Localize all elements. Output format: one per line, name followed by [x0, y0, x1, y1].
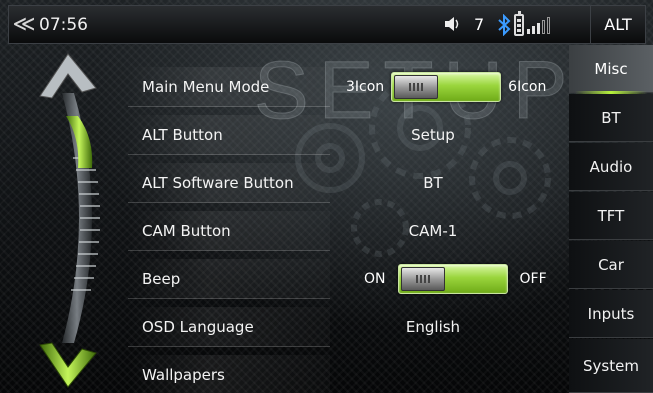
setting-row-wallpapers: Wallpapers — [128, 351, 568, 393]
setting-value[interactable]: BT — [318, 159, 548, 207]
setting-value[interactable]: Setup — [318, 111, 548, 159]
head-unit-screen: ≪ 07:56 7 ALT SETUP — [0, 0, 653, 393]
speaker-icon — [443, 14, 461, 34]
setting-label[interactable]: ALT Button — [128, 115, 330, 155]
setting-label[interactable]: CAM Button — [128, 211, 330, 251]
tab-car[interactable]: Car — [569, 241, 653, 289]
category-tabs: Misc BT Audio TFT Car Inputs System — [569, 45, 653, 393]
setting-label[interactable]: Main Menu Mode — [128, 67, 330, 107]
volume-indicator[interactable]: 7 — [443, 14, 484, 34]
toggle-knob[interactable] — [394, 75, 439, 99]
signal-bars-icon — [527, 17, 550, 34]
scroll-down-arrow-icon[interactable] — [32, 333, 102, 393]
toggle-right-label: OFF — [519, 271, 547, 287]
setting-row-alt-software-button: ALT Software Button BT — [128, 159, 568, 207]
setting-value[interactable] — [318, 351, 548, 393]
tab-inputs[interactable]: Inputs — [569, 290, 653, 338]
tab-misc[interactable]: Misc — [569, 45, 653, 94]
setting-label[interactable]: Beep — [128, 259, 330, 299]
clock: 07:56 — [39, 14, 88, 35]
bluetooth-icon — [497, 13, 511, 37]
tab-label: Misc — [594, 59, 628, 78]
back-button[interactable]: ≪ — [9, 6, 39, 43]
tab-label: TFT — [597, 206, 625, 225]
setting-row-cam-button: CAM Button CAM-1 — [128, 207, 568, 255]
tab-label: Car — [598, 255, 624, 274]
setting-label[interactable]: ALT Software Button — [128, 163, 330, 203]
scroll-up-arrow-icon[interactable] — [32, 48, 102, 108]
status-bar: ≪ 07:56 7 ALT — [8, 5, 646, 44]
alt-button[interactable]: ALT — [590, 6, 645, 43]
beep-toggle-group: ON OFF — [364, 255, 568, 303]
toggle-left-label: 3Icon — [346, 79, 385, 95]
setting-label[interactable]: OSD Language — [128, 307, 330, 347]
tab-label: Inputs — [587, 304, 635, 323]
tab-label: Audio — [589, 157, 633, 176]
toggle-left-label: ON — [364, 271, 386, 287]
setting-row-beep: Beep ON OFF — [128, 255, 568, 303]
setting-row-main-menu-mode: Main Menu Mode 3Icon 6Icon — [128, 63, 568, 111]
beep-toggle[interactable] — [397, 264, 508, 294]
setting-row-osd-language: OSD Language English — [128, 303, 568, 351]
volume-level: 7 — [474, 14, 485, 34]
toggle-knob[interactable] — [400, 267, 445, 291]
tab-audio[interactable]: Audio — [569, 143, 653, 191]
double-chevron-left-icon: ≪ — [12, 12, 36, 37]
tab-label: System — [583, 356, 639, 375]
tab-bt[interactable]: BT — [569, 94, 653, 142]
tab-system[interactable]: System — [569, 339, 653, 393]
setting-value[interactable]: CAM-1 — [318, 207, 548, 255]
tab-tft[interactable]: TFT — [569, 192, 653, 240]
main-menu-mode-toggle-group: 3Icon 6Icon — [346, 63, 568, 111]
main-menu-mode-toggle[interactable] — [391, 72, 502, 102]
alt-button-label: ALT — [604, 15, 632, 34]
toggle-right-label: 6Icon — [508, 79, 547, 95]
setting-label[interactable]: Wallpapers — [128, 355, 330, 393]
battery-icon — [514, 11, 524, 36]
setting-row-alt-button: ALT Button Setup — [128, 111, 568, 159]
scroll-rail[interactable] — [18, 48, 110, 393]
tab-label: BT — [601, 108, 621, 127]
setting-value[interactable]: English — [318, 303, 548, 351]
